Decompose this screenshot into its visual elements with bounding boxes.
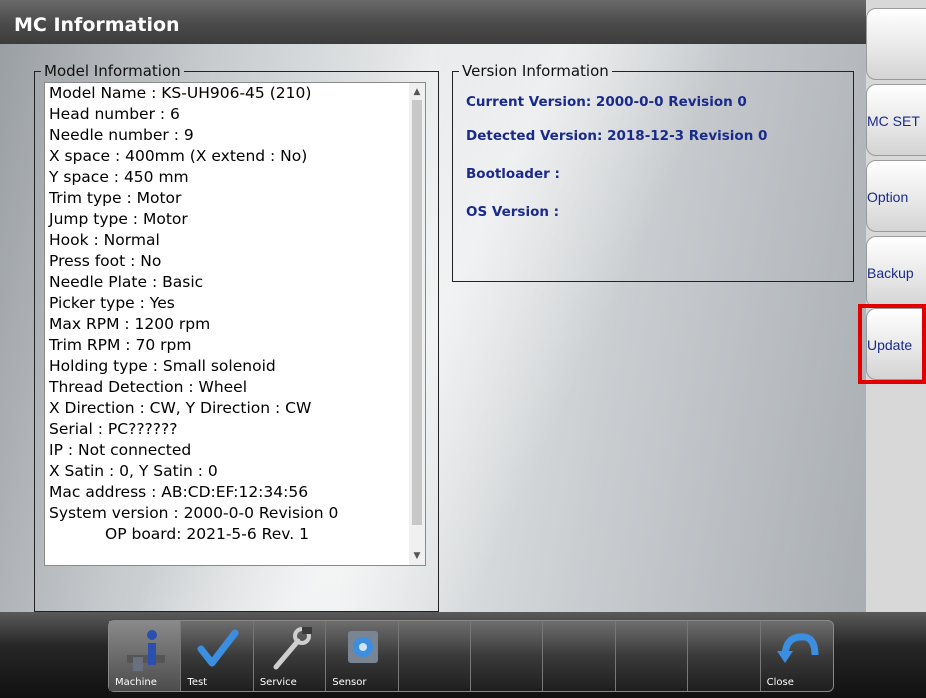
toolbar-slot-7[interactable] — [543, 621, 616, 691]
current-version-text: Current Version: 2000-0-0 Revision 0 — [466, 94, 747, 110]
list-item: Holding type : Small solenoid — [49, 357, 276, 375]
side-button-top[interactable] — [866, 8, 926, 80]
list-item: OP board: 2021-5-6 Rev. 1 — [105, 525, 309, 543]
window-title-bar: MC Information — [0, 0, 866, 44]
list-item: X space : 400mm (X extend : No) — [49, 147, 308, 165]
scrollbar[interactable]: ▲ ▼ — [409, 83, 425, 565]
mc-setting-button[interactable]: MC SET — [866, 84, 926, 156]
list-item: Hook : Normal — [49, 231, 160, 249]
close-label: Close — [766, 677, 794, 688]
detected-version-text: Detected Version: 2018-12-3 Revision 0 — [466, 128, 768, 144]
test-button[interactable]: Test — [181, 621, 254, 691]
machine-label: Machine — [115, 677, 157, 688]
scroll-down-arrow-icon[interactable]: ▼ — [409, 551, 425, 561]
list-item: Thread Detection : Wheel — [49, 378, 248, 396]
wrench-icon — [273, 627, 312, 670]
toolbar-slot-8[interactable] — [616, 621, 689, 691]
scrollbar-thumb[interactable] — [412, 100, 422, 525]
scroll-up-arrow-icon[interactable]: ▲ — [409, 87, 425, 97]
undo-arrow-icon — [776, 633, 819, 663]
sensor-gear-icon — [348, 631, 379, 663]
checkmark-icon — [197, 629, 239, 667]
backup-button[interactable]: Backup — [866, 236, 926, 308]
list-item: X Satin : 0, Y Satin : 0 — [49, 462, 218, 480]
service-label: Service — [259, 677, 297, 688]
list-item: IP : Not connected — [49, 441, 192, 459]
list-item: Head number : 6 — [49, 105, 180, 123]
version-information-legend: Version Information — [462, 62, 609, 80]
bootloader-text: Bootloader : — [466, 166, 560, 182]
service-button[interactable]: Service — [254, 621, 327, 691]
update-highlight-box — [858, 304, 926, 384]
list-item: Y space : 450 mm — [49, 168, 189, 186]
list-item: Max RPM : 1200 rpm — [49, 315, 211, 333]
sensor-label: Sensor — [332, 677, 367, 688]
list-item: Trim type : Motor — [49, 189, 182, 207]
toolbar-slot-9[interactable] — [688, 621, 761, 691]
list-item: Needle Plate : Basic — [49, 273, 204, 291]
test-label: Test — [187, 677, 208, 688]
machine-button[interactable]: Machine — [109, 621, 182, 691]
list-item: Model Name : KS-UH906-45 (210) — [49, 84, 312, 102]
model-information-legend: Model Information — [44, 62, 181, 80]
model-info-list[interactable]: Model Name : KS-UH906-45 (210) Head numb… — [44, 82, 426, 566]
list-item: Mac address : AB:CD:EF:12:34:56 — [49, 483, 309, 501]
toolbar-slot-5[interactable] — [399, 621, 472, 691]
list-item: X Direction : CW, Y Direction : CW — [49, 399, 312, 417]
option-button[interactable]: Option — [866, 160, 926, 232]
bottom-toolbar: Machine Test Service Sensor Close — [108, 620, 834, 692]
list-item: Press foot : No — [49, 252, 162, 270]
window-title: MC Information — [14, 14, 180, 36]
list-item: Jump type : Motor — [49, 210, 188, 228]
close-button[interactable]: Close — [761, 621, 833, 691]
list-item: Serial : PC?????? — [49, 420, 178, 438]
list-item: System version : 2000-0-0 Revision 0 — [49, 504, 339, 522]
os-version-text: OS Version : — [466, 204, 560, 220]
list-item: Trim RPM : 70 rpm — [49, 336, 192, 354]
toolbar-slot-6[interactable] — [471, 621, 544, 691]
list-item: Picker type : Yes — [49, 294, 175, 312]
machine-info-icon — [127, 630, 165, 671]
list-item: Needle number : 9 — [49, 126, 194, 144]
sensor-button[interactable]: Sensor — [326, 621, 399, 691]
